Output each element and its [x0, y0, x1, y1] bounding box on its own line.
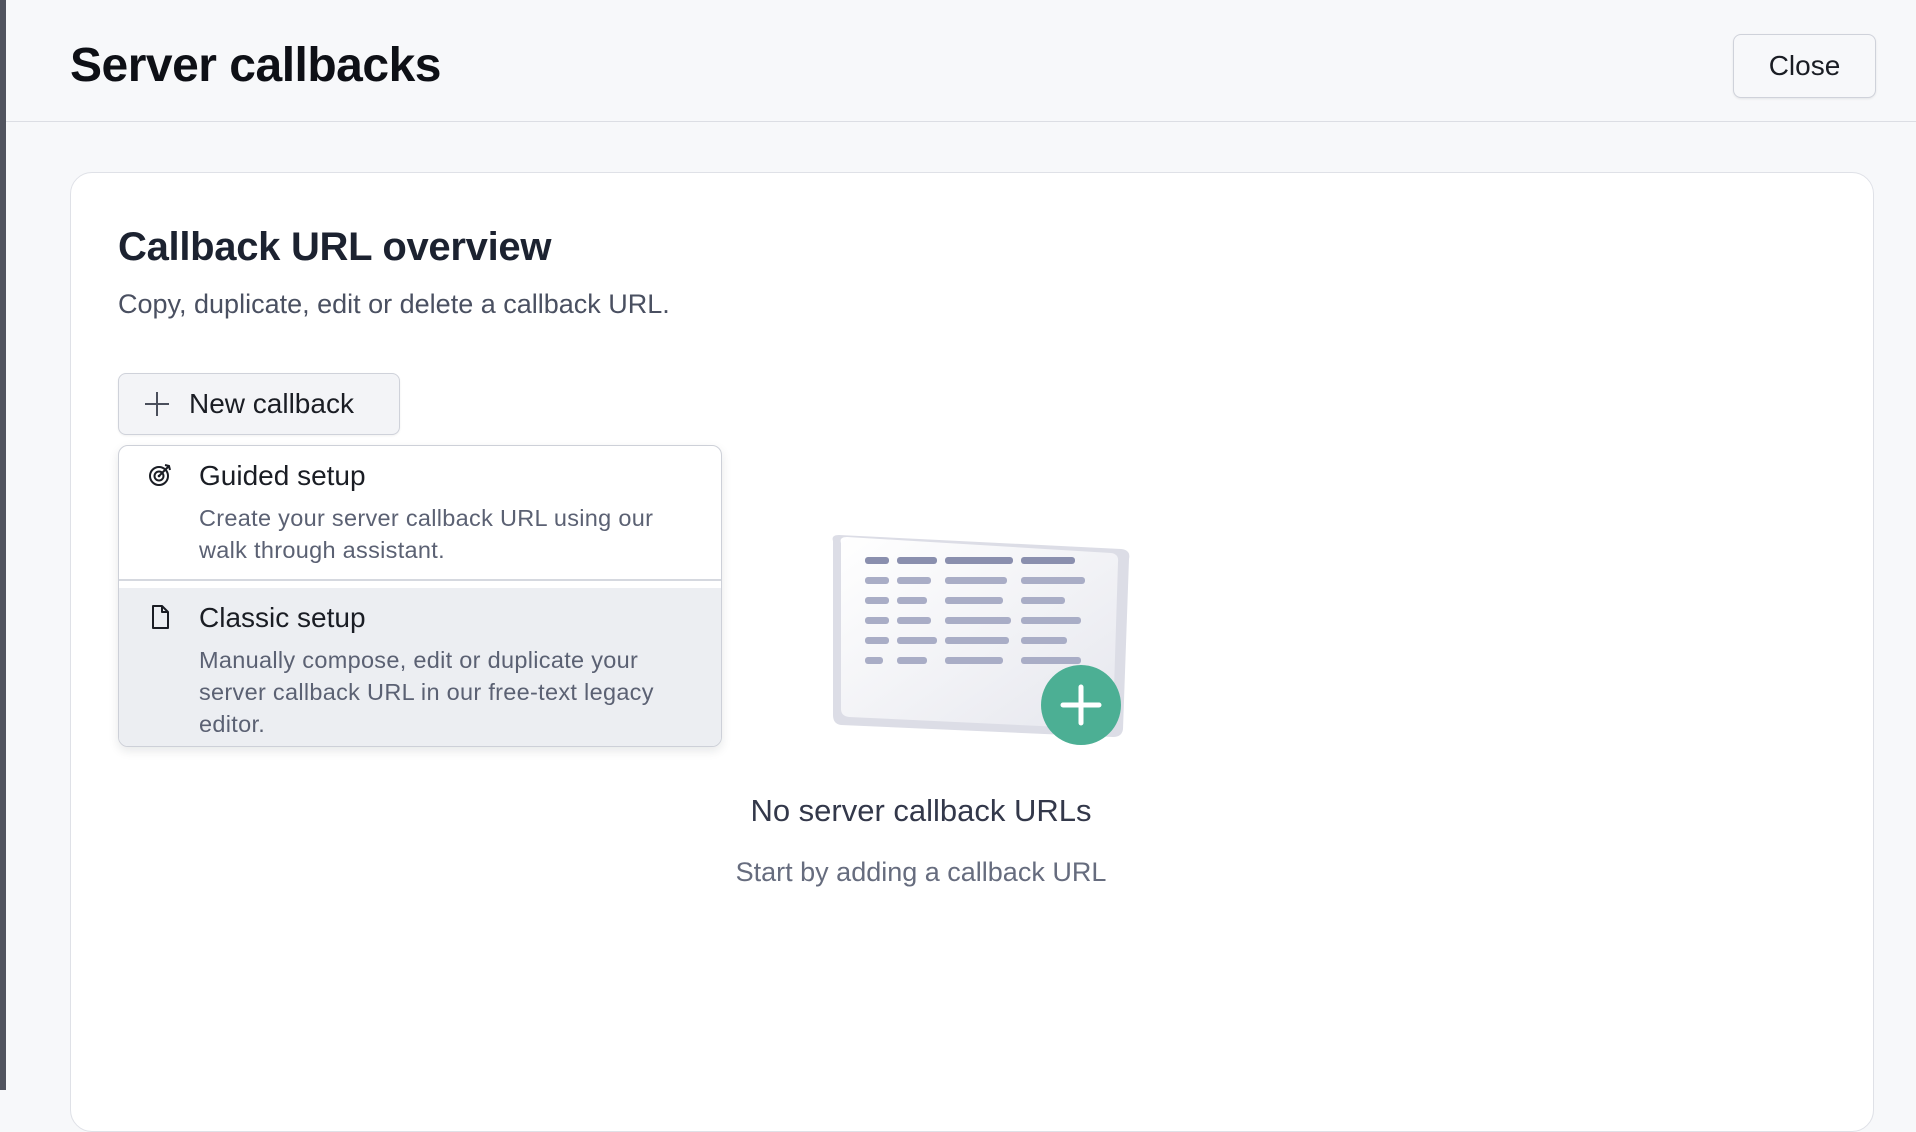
close-button[interactable]: Close [1733, 34, 1876, 98]
window-edge [0, 0, 6, 1090]
document-icon [147, 604, 173, 630]
card-subtitle: Copy, duplicate, edit or delete a callba… [118, 289, 670, 319]
new-callback-button[interactable]: New callback [118, 373, 400, 435]
empty-state-subtitle: Start by adding a callback URL [735, 857, 1107, 887]
empty-state-illustration [821, 529, 1141, 761]
menu-item-classic-setup[interactable]: Classic setup Manually compose, edit or … [119, 588, 721, 746]
page-header: Server callbacks Close [6, 0, 1916, 122]
page-title: Server callbacks [70, 39, 441, 92]
new-callback-menu: Guided setup Create your server callback… [118, 445, 722, 747]
callback-overview-card: Callback URL overview Copy, duplicate, e… [70, 172, 1874, 1132]
plus-icon [143, 390, 171, 418]
target-icon [147, 462, 173, 488]
empty-state-title: No server callback URLs [750, 793, 1092, 828]
menu-item-description: Create your server callback URL using ou… [199, 505, 654, 563]
menu-item-title: Classic setup [199, 602, 366, 633]
new-callback-label: New callback [189, 388, 354, 419]
card-title: Callback URL overview [118, 225, 552, 269]
menu-item-guided-setup[interactable]: Guided setup Create your server callback… [119, 446, 721, 581]
add-circle-icon [1041, 665, 1121, 745]
menu-item-description: Manually compose, edit or duplicate your… [199, 647, 654, 737]
menu-item-title: Guided setup [199, 460, 366, 491]
